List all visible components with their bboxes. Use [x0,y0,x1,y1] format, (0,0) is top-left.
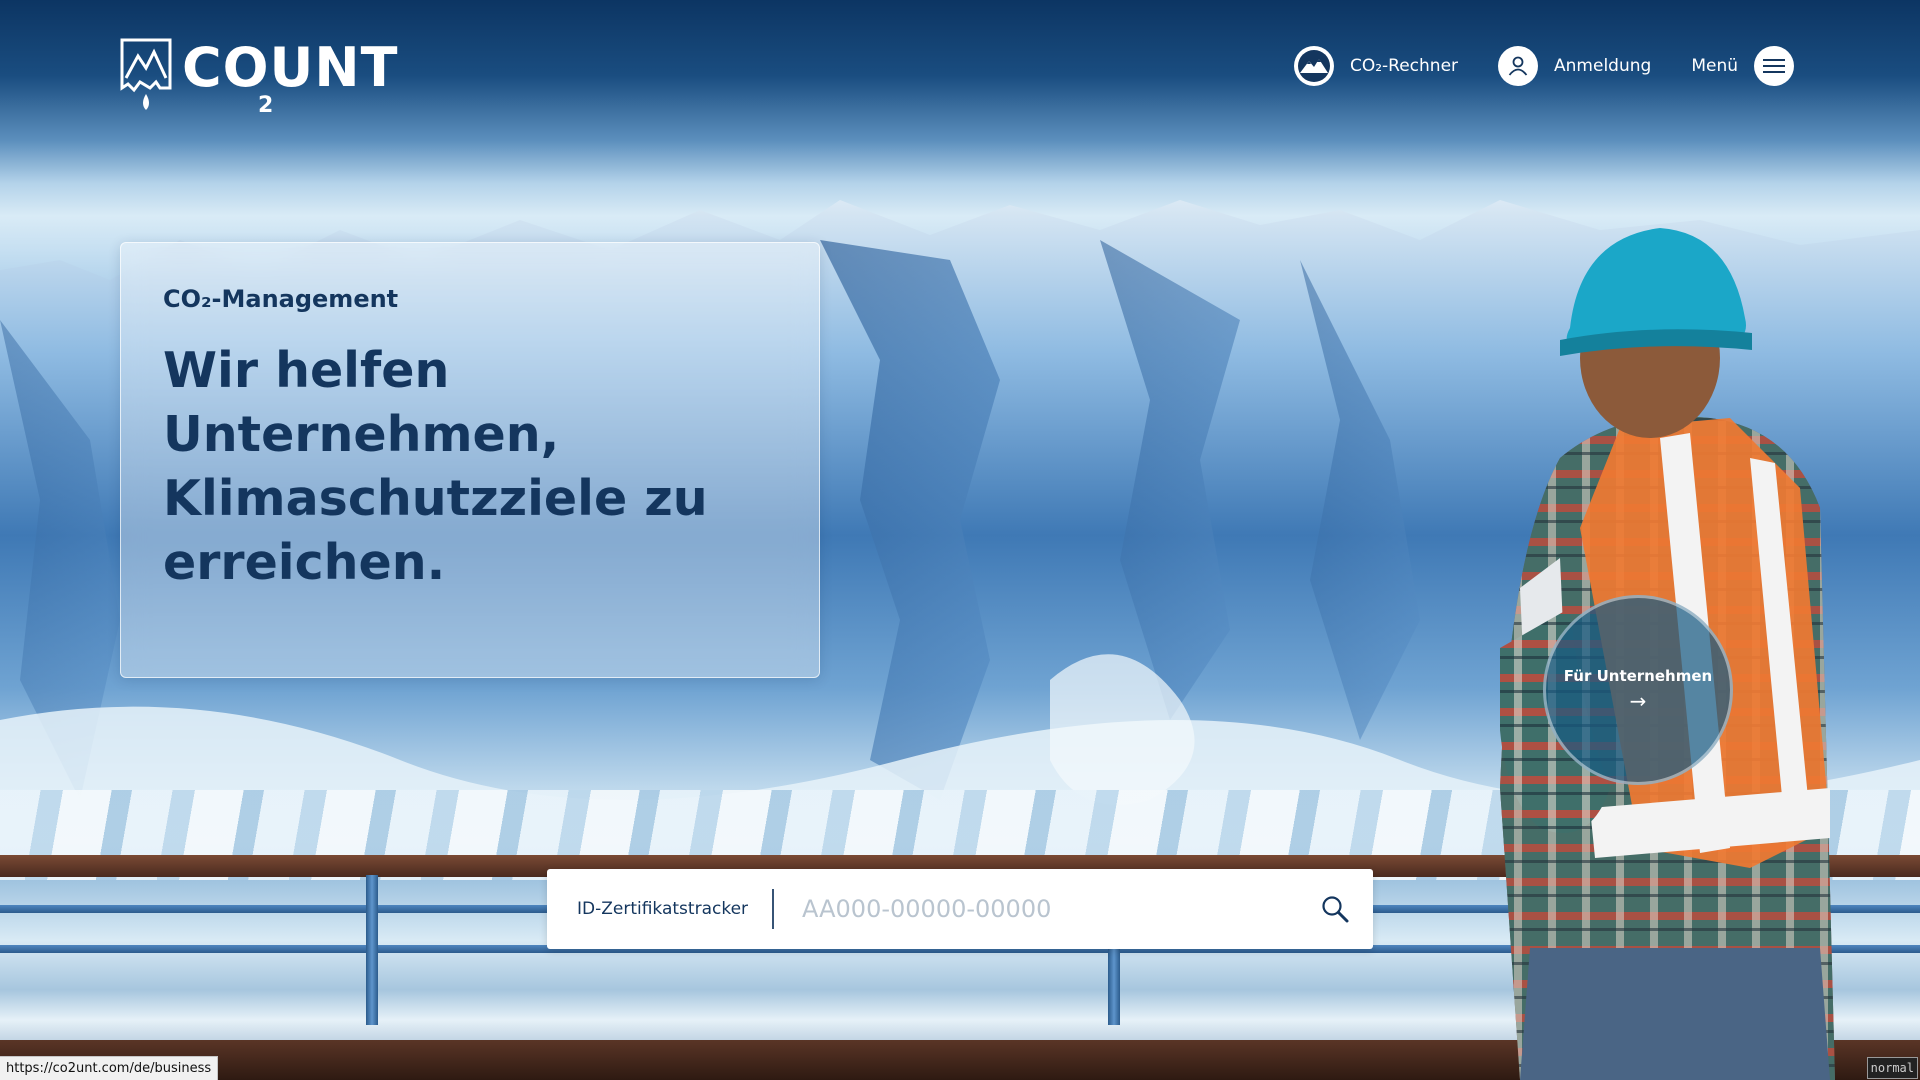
co2-calculator-label: CO₂-Rechner [1349,56,1459,76]
top-nav: CO₂-Rechner Anmeldung Menü [1293,44,1794,88]
menu-label: Menü [1691,56,1738,76]
browser-status-url: https://co2unt.com/de/business [0,1056,219,1080]
arrow-right-icon: → [1629,689,1647,713]
co2-calculator-link[interactable]: CO₂-Rechner [1293,46,1459,86]
brand-name-text: COUNT [182,36,399,99]
search-icon [1322,896,1349,923]
tracker-divider [772,889,775,929]
brand-name: COUNT 2 [182,36,399,119]
tracker-label: ID-Zertifikatstracker [577,899,749,919]
for-companies-label: Für Unternehmen [1563,667,1713,685]
glacier-logo-icon [120,38,172,110]
railing-post [366,875,378,1025]
tracker-id-input[interactable] [800,878,1315,940]
hamburger-icon [1754,46,1794,86]
hero-title: Wir helfen Unternehmen, Klimaschutzziele… [163,342,708,591]
brand-subscript: 2 [258,93,275,118]
menu-button[interactable]: Menü [1691,46,1794,86]
hero-card: CO₂-Management Wir helfen Unternehmen, K… [120,242,820,678]
logo[interactable]: COUNT 2 [120,38,400,124]
login-link[interactable]: Anmeldung [1498,46,1651,86]
certificate-tracker: ID-Zertifikatstracker [547,869,1373,949]
mountain-icon [1293,46,1334,86]
hero-kicker: CO₂-Management [163,285,399,313]
search-button[interactable] [1315,889,1355,929]
for-companies-button[interactable]: Für Unternehmen → [1543,595,1733,785]
login-label: Anmeldung [1554,56,1652,76]
browser-mode-indicator: normal [1866,1057,1918,1079]
page: COUNT 2 CO₂-Rechner Anmeldung Menü CO₂-M… [0,0,1920,1080]
user-icon [1498,46,1539,86]
